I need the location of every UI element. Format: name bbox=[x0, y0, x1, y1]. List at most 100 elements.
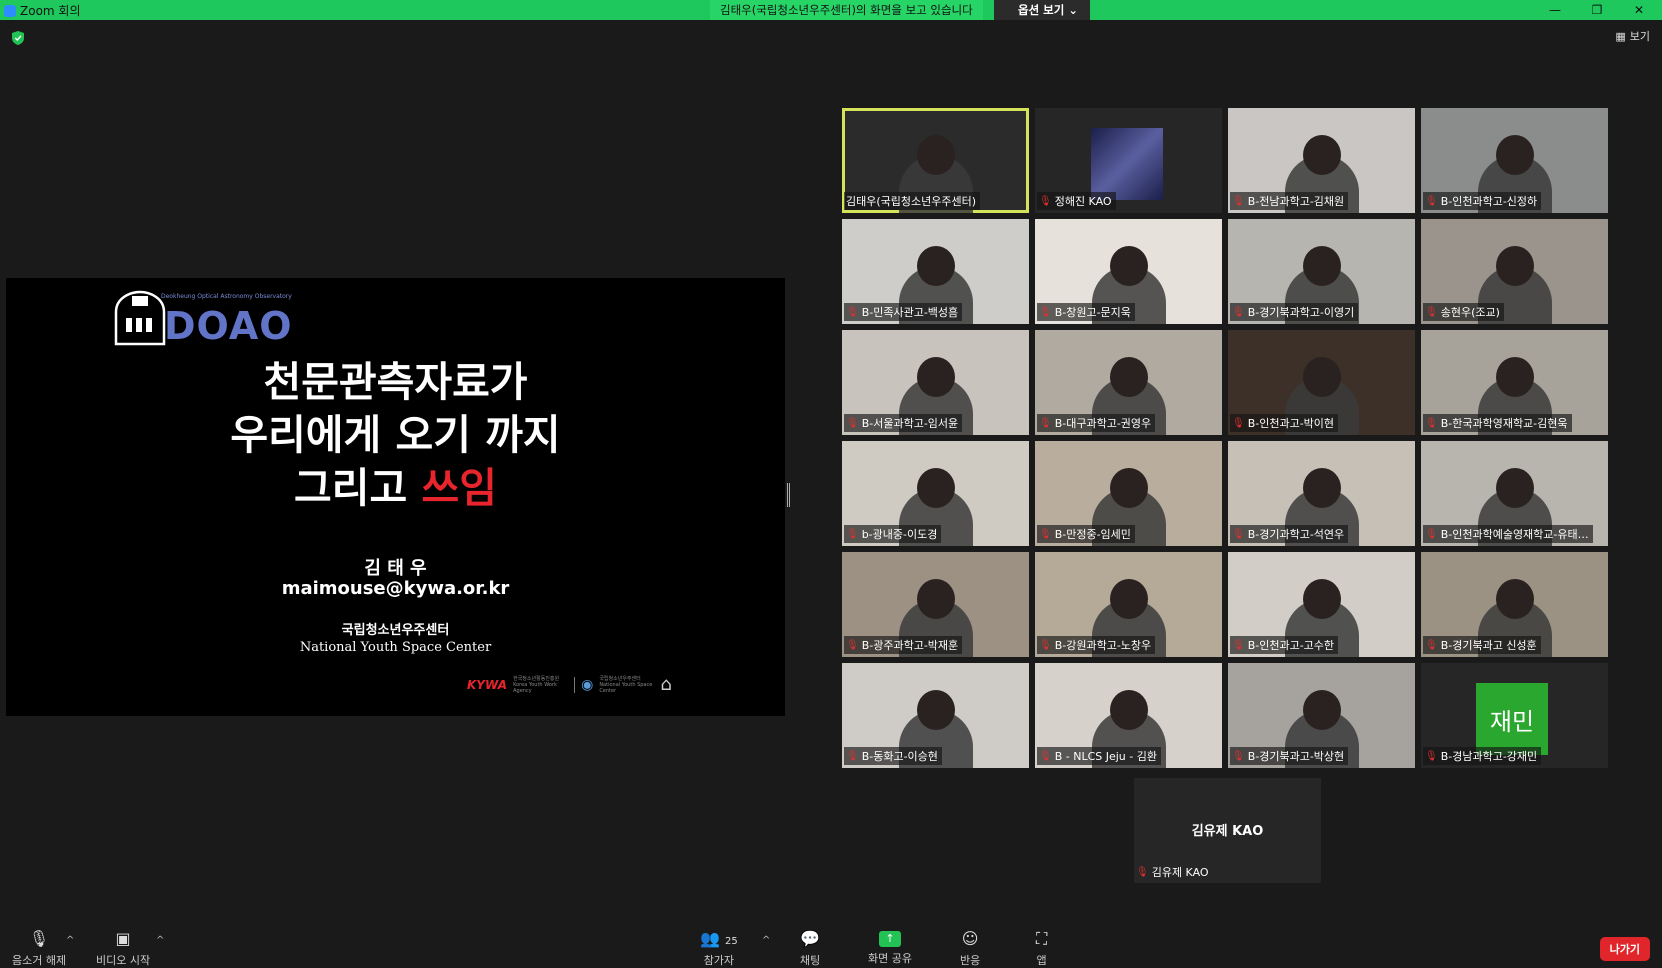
restore-button[interactable]: ❐ bbox=[1582, 0, 1612, 20]
participant-name: 김태우(국립청소년우주센터) bbox=[846, 195, 977, 208]
slide-org-korean: 국립청소년우주센터 bbox=[341, 623, 450, 638]
participant-label: 🎙 B-민족사관고-백성흠 bbox=[844, 303, 963, 321]
participant-name: B-창원고-문지욱 bbox=[1054, 306, 1131, 319]
participant-tile-extra[interactable]: 김유제 KAO 🎙 김유제 KAO bbox=[1134, 778, 1321, 883]
participant-tile[interactable]: 🎙 B-인천과고-고수한 bbox=[1228, 552, 1415, 657]
minimize-button[interactable]: — bbox=[1540, 0, 1570, 20]
chat-button[interactable]: 💬 채팅 bbox=[800, 931, 820, 968]
participant-tile[interactable]: 🎙 B-한국과학영재학교-김현욱 bbox=[1421, 330, 1608, 435]
participants-caret-icon[interactable]: ^ bbox=[762, 935, 770, 946]
mic-off-icon: 🎙 bbox=[1039, 195, 1052, 207]
unmute-button[interactable]: 🎙 음소거 해제 bbox=[12, 931, 66, 968]
apps-button[interactable]: ⛶ 앱 bbox=[1036, 931, 1047, 968]
shield-icon[interactable] bbox=[12, 31, 24, 45]
participant-tile[interactable]: 🎙 B-동화고-이승현 bbox=[842, 663, 1029, 768]
participant-tile[interactable]: 🎙 B-인천과학고-신정하 bbox=[1421, 108, 1608, 213]
share-screen-button[interactable]: ↑ 화면 공유 bbox=[868, 931, 912, 966]
participant-label: 🎙 B-경기과학고-석연우 bbox=[1230, 525, 1349, 543]
participant-tile[interactable]: 김태우(국립청소년우주센터) bbox=[842, 108, 1029, 213]
mic-off-icon: 🎙 bbox=[1425, 306, 1438, 318]
view-options-label: 옵션 보기 bbox=[1018, 3, 1065, 17]
participant-tile[interactable]: 🎙 송현우(조교) bbox=[1421, 219, 1608, 324]
participant-video-head bbox=[1495, 468, 1534, 508]
participant-name: B-광주과학고-박재훈 bbox=[861, 639, 959, 652]
mic-off-icon: 🎙 bbox=[846, 306, 859, 318]
space-center-logo-icon: ◉ bbox=[581, 676, 594, 693]
participant-video-head bbox=[916, 468, 955, 508]
kywa-logo: KYWA bbox=[467, 677, 508, 692]
audio-options-caret-icon[interactable]: ^ bbox=[66, 935, 74, 946]
kywa-logo-subtext: 한국청소년활동진흥원 Korea Youth Work Agency bbox=[513, 676, 560, 694]
mic-off-icon: 🎙 bbox=[1232, 306, 1245, 318]
window-titlebar: Zoom 회의 김태우(국립청소년우주센터)의 화면을 보고 있습니다 옵션 보… bbox=[0, 0, 1662, 20]
participant-tile[interactable]: 🎙 B-대구과학고-권영우 bbox=[1035, 330, 1222, 435]
participant-tile[interactable]: 🎙 B-인천과학예술영재학교-유태… bbox=[1421, 441, 1608, 546]
participant-tile[interactable]: 🎙 B-경기북과고-박상현 bbox=[1228, 663, 1415, 768]
participant-tile[interactable]: 🎙 B-경기북과학고-이영기 bbox=[1228, 219, 1415, 324]
participant-avatar: 재민 bbox=[1476, 683, 1548, 755]
mic-off-icon: 🎙 bbox=[28, 929, 50, 948]
split-view-handle[interactable] bbox=[787, 483, 790, 507]
slide-org-english: National Youth Space Center bbox=[299, 640, 492, 655]
participant-tile[interactable]: 🎙 B-광주과학고-박재훈 bbox=[842, 552, 1029, 657]
mic-off-icon: 🎙 bbox=[1425, 639, 1438, 651]
participant-video-head bbox=[916, 579, 955, 619]
participant-name: B-한국과학영재학교-김현욱 bbox=[1440, 417, 1568, 430]
reactions-button[interactable]: ☺ 반응 bbox=[960, 931, 980, 968]
participant-label: 🎙 B-광주과학고-박재훈 bbox=[844, 636, 963, 654]
slide-title: 천문관측자료가 우리에게 오기 까지 그리고 쓰임 bbox=[6, 356, 785, 515]
space-center-logo-subtext: 국립청소년우주센터 National Youth Space Center bbox=[599, 676, 653, 694]
share-banner: 김태우(국립청소년우주센터)의 화면을 보고 있습니다 bbox=[710, 0, 983, 20]
unmute-label: 음소거 해제 bbox=[12, 954, 67, 967]
participant-label: 🎙 B-경기북과고-박상현 bbox=[1230, 747, 1349, 765]
participant-label: 🎙 B-인천과고-박이현 bbox=[1230, 414, 1339, 432]
slide-author: 김 태 우 bbox=[364, 558, 427, 579]
participant-video-head bbox=[1109, 579, 1148, 619]
apps-icon: ⛶ bbox=[1036, 929, 1048, 948]
video-options-caret-icon[interactable]: ^ bbox=[156, 935, 164, 946]
participant-name: B-동화고-이승현 bbox=[861, 750, 938, 763]
mic-off-icon: 🎙 bbox=[846, 417, 859, 429]
participant-name: B-인천과학예술영재학교-유태… bbox=[1440, 528, 1589, 541]
participant-tile[interactable]: 🎙 B-서울과학고-임서윤 bbox=[842, 330, 1029, 435]
share-screen-icon: ↑ bbox=[878, 931, 901, 947]
participant-label: 🎙 B-인천과학고-신정하 bbox=[1423, 192, 1542, 210]
chat-label: 채팅 bbox=[800, 954, 821, 967]
participant-tile[interactable]: 🎙 B-인천과고-박이현 bbox=[1228, 330, 1415, 435]
participant-tile[interactable]: 🎙 b-광내중-이도경 bbox=[842, 441, 1029, 546]
footer-separator bbox=[574, 676, 576, 693]
grid-view-button[interactable]: ▦ 보기 bbox=[1615, 28, 1650, 44]
participant-tile[interactable]: 🎙 B - NLCS Jeju - 김환 bbox=[1035, 663, 1222, 768]
participant-tile[interactable]: 🎙 B-만정중-임세민 bbox=[1035, 441, 1222, 546]
chat-bubble-icon: 💬 bbox=[800, 929, 821, 948]
participants-button[interactable]: 👥 25 참가자 bbox=[700, 931, 738, 968]
mic-off-icon: 🎙 bbox=[1232, 528, 1245, 540]
shared-screen[interactable]: Deokheung Optical Astronomy Observatory … bbox=[6, 278, 785, 716]
view-options-button[interactable]: 옵션 보기 ⌄ bbox=[994, 0, 1090, 20]
participant-tile[interactable]: 🎙 B-강원과학고-노창우 bbox=[1035, 552, 1222, 657]
participant-tile[interactable]: 🎙 정해진 KAO bbox=[1035, 108, 1222, 213]
participant-video-head bbox=[1109, 690, 1148, 730]
participant-video-head bbox=[1302, 135, 1341, 175]
participant-name: B-민족사관고-백성흠 bbox=[861, 306, 959, 319]
participant-tile[interactable]: 재민 🎙 B-경남과학고-강재민 bbox=[1421, 663, 1608, 768]
participant-label: 🎙 B-만정중-임세민 bbox=[1037, 525, 1135, 543]
participant-video-head bbox=[1109, 357, 1148, 397]
participant-tile[interactable]: 🎙 B-경기북과고 신성훈 bbox=[1421, 552, 1608, 657]
participant-tile[interactable]: 🎙 B-민족사관고-백성흠 bbox=[842, 219, 1029, 324]
participant-tile[interactable]: 🎙 B-전남과학고-김채원 bbox=[1228, 108, 1415, 213]
close-button[interactable]: ✕ bbox=[1624, 0, 1654, 20]
participant-name: B-경기과학고-석연우 bbox=[1247, 528, 1345, 541]
participant-name: B-전남과학고-김채원 bbox=[1247, 195, 1345, 208]
participant-label: 🎙 B-강원과학고-노창우 bbox=[1037, 636, 1156, 654]
participant-display-name: 김유제 KAO bbox=[1191, 824, 1264, 839]
participant-tile[interactable]: 🎙 B-경기과학고-석연우 bbox=[1228, 441, 1415, 546]
participant-video-head bbox=[1495, 135, 1534, 175]
observatory-logo-text: DOAO bbox=[164, 304, 293, 348]
start-video-button[interactable]: ▣ 비디오 시작 bbox=[96, 931, 150, 968]
participant-tile[interactable]: 🎙 B-창원고-문지욱 bbox=[1035, 219, 1222, 324]
participant-name: B-경기북과학고-이영기 bbox=[1247, 306, 1355, 319]
leave-button[interactable]: 나가기 bbox=[1599, 937, 1650, 961]
participant-name: 정해진 KAO bbox=[1054, 195, 1112, 208]
participant-video-head bbox=[1302, 579, 1341, 619]
